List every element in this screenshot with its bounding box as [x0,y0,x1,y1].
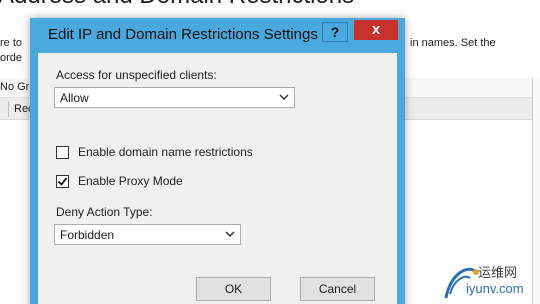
dialog-titlebar[interactable]: Edit IP and Domain Restrictions Settings… [30,18,405,53]
deny-action-select[interactable]: Forbidden [54,224,241,245]
chevron-down-icon [225,231,235,238]
help-button[interactable]: ? [322,22,348,42]
domain-restrictions-checkbox[interactable] [56,146,69,159]
chevron-down-icon [279,94,289,101]
proxy-mode-checkbox[interactable] [56,175,69,188]
close-button[interactable]: x [354,20,398,40]
description-text-left: re to [0,37,23,49]
page-title: Address and Domain Restrictions [0,0,354,10]
edit-restrictions-dialog: Edit IP and Domain Restrictions Settings… [30,18,405,304]
access-label: Access for unspecified clients: [56,68,217,82]
proxy-mode-label: Enable Proxy Mode [78,174,183,188]
cancel-button[interactable]: Cancel [300,277,375,301]
checkmark-icon [57,177,68,186]
deny-action-select-value: Forbidden [60,228,115,242]
deny-action-label: Deny Action Type: [56,205,153,219]
watermark-cn-text: 运维网 [478,266,518,281]
close-icon: x [371,21,381,38]
description-text-line2: orde [0,52,23,64]
watermark-en-text: iyunv.com [466,281,524,296]
dialog-title: Edit IP and Domain Restrictions Settings [48,26,318,43]
dialog-body: Access for unspecified clients: Allow En… [38,53,397,304]
column-separator [8,101,9,117]
domain-restrictions-label: Enable domain name restrictions [78,145,253,159]
access-select-value: Allow [60,91,89,105]
access-select[interactable]: Allow [54,87,295,108]
help-icon: ? [330,24,340,40]
description-text-right: in names. Set the [410,37,496,49]
ok-button[interactable]: OK [196,277,271,301]
